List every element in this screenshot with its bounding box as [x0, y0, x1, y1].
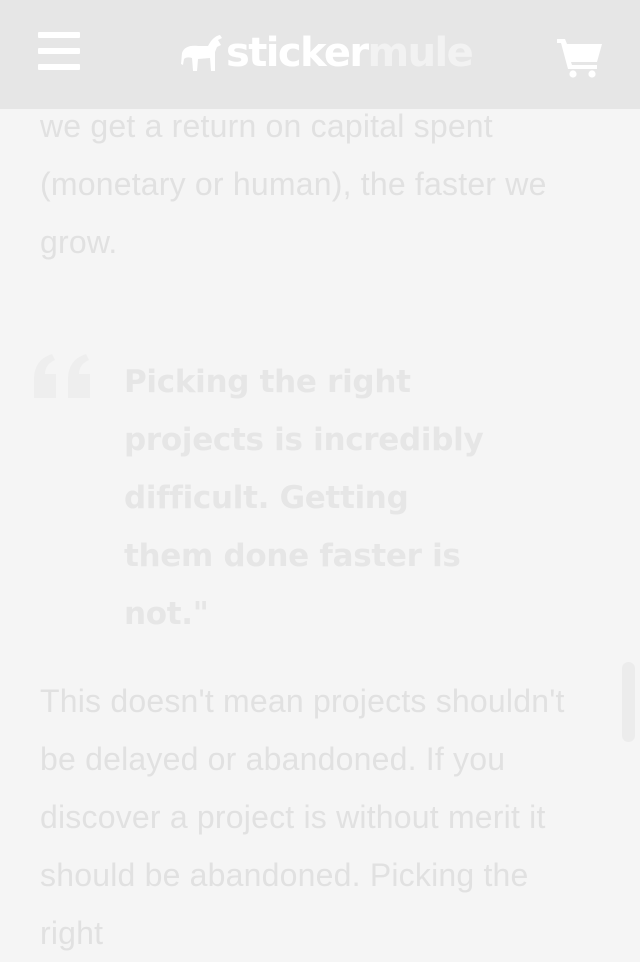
cart-glyph: [557, 39, 602, 78]
hamburger-menu-icon[interactable]: [36, 30, 82, 74]
shopping-cart-icon[interactable]: [556, 36, 604, 78]
article-body: we get a return on capital spent (moneta…: [0, 0, 640, 959]
scrollbar-thumb[interactable]: [622, 662, 635, 742]
article-paragraph: we get a return on capital spent (moneta…: [40, 108, 547, 260]
quote-mark-icon: [34, 354, 90, 398]
mule-icon: [181, 35, 222, 71]
logo-wordmark: stickermule: [226, 28, 474, 78]
article-paragraph: This doesn't mean projects shouldn't be …: [40, 683, 565, 951]
pull-quote: Picking the right projects is incredibly…: [124, 364, 484, 632]
logo-word-sticker: sticker: [226, 30, 369, 76]
stickermule-logo[interactable]: stickermule: [180, 28, 474, 78]
site-header: stickermule: [0, 0, 640, 109]
logo-word-mule: mule: [367, 30, 474, 76]
